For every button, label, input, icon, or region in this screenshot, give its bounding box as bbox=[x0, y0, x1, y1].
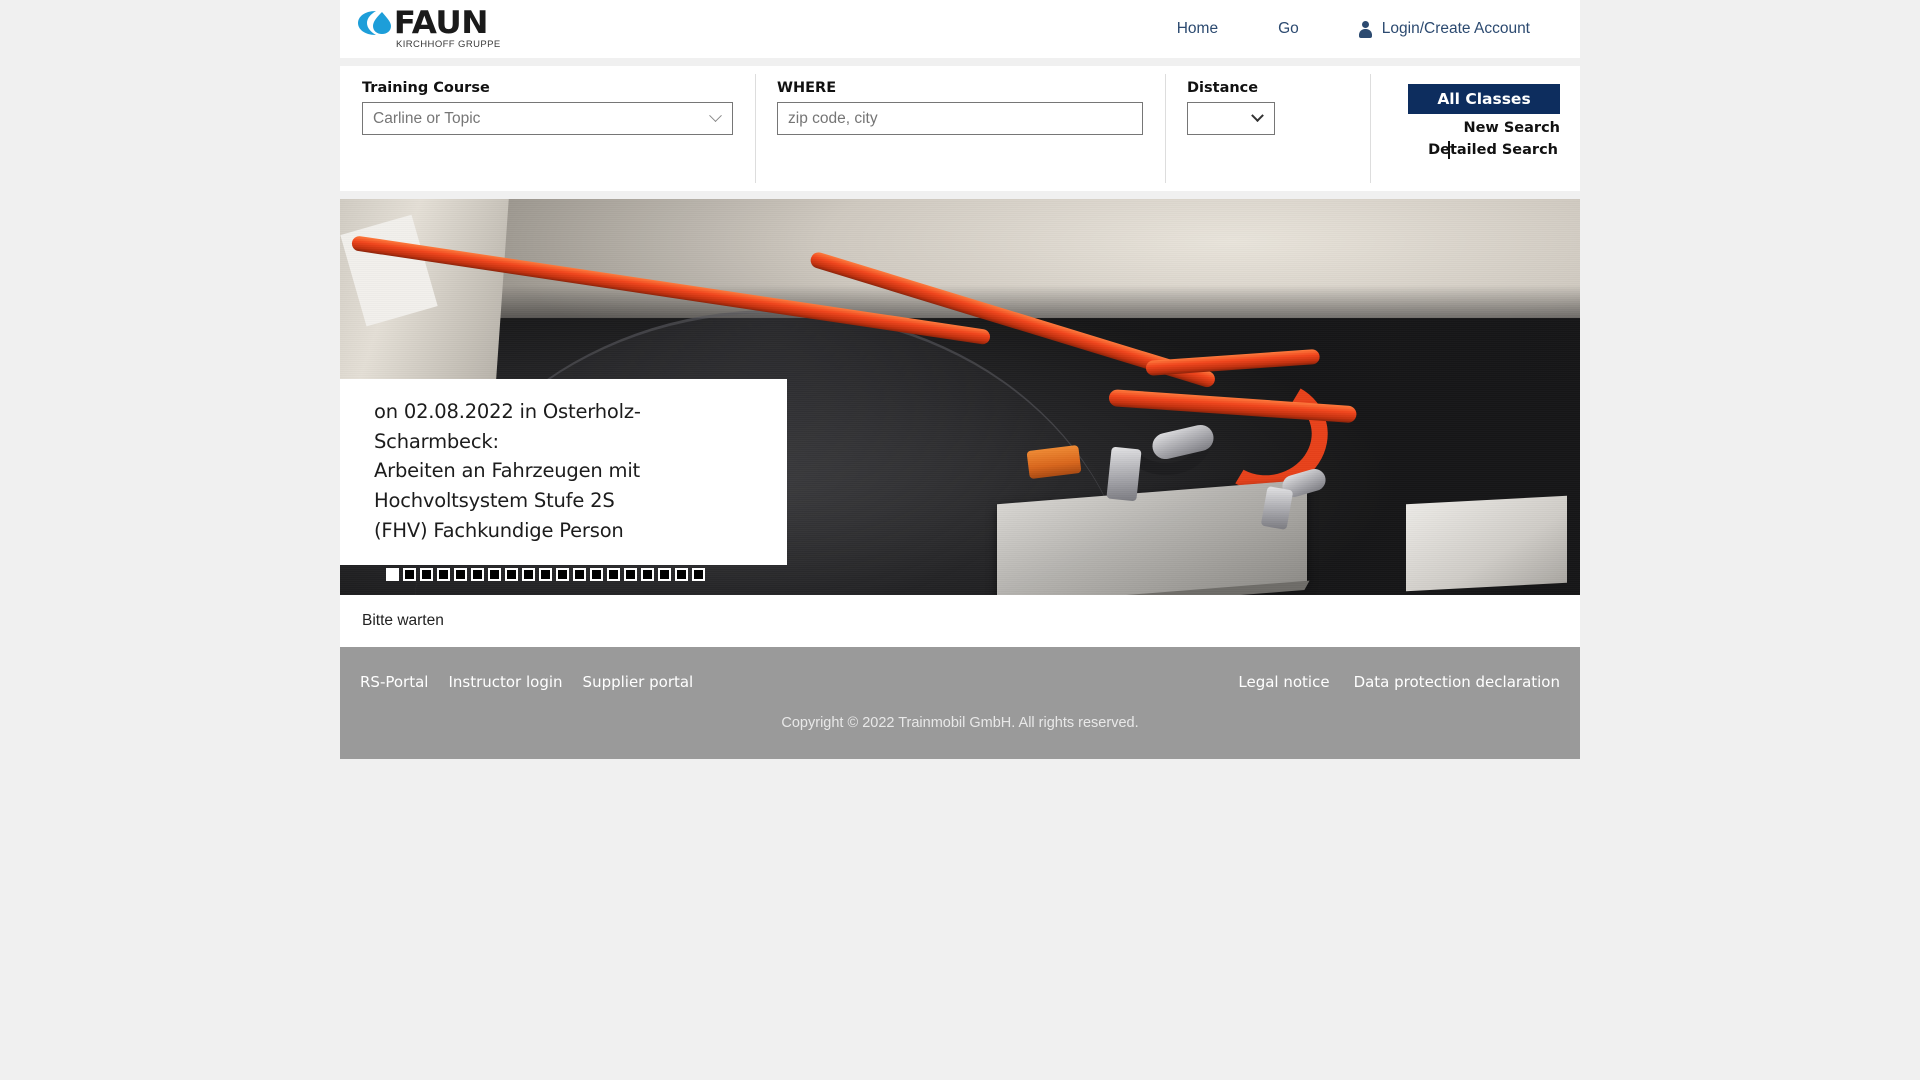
hero-carousel: on 02.08.2022 in Osterholz-Scharmbeck: A… bbox=[340, 199, 1580, 595]
copyright-text: Copyright © 2022 Trainmobil GmbH. All ri… bbox=[781, 715, 1139, 731]
nav-item-go[interactable]: Go bbox=[1248, 20, 1329, 38]
carousel-indicator[interactable] bbox=[624, 568, 637, 581]
carousel-indicator[interactable] bbox=[658, 568, 671, 581]
carousel-indicator[interactable] bbox=[641, 568, 654, 581]
where-label: WHERE bbox=[777, 80, 837, 96]
carousel-indicator[interactable] bbox=[488, 568, 501, 581]
brand-logo[interactable]: FAUN KIRCHHOFF GRUPPE bbox=[354, 8, 501, 50]
footer-link-data-protection[interactable]: Data protection declaration bbox=[1354, 673, 1560, 691]
carousel-indicator[interactable] bbox=[607, 568, 620, 581]
training-course-label: Training Course bbox=[362, 80, 490, 96]
footer-left-links: RS-Portal Instructor login Supplier port… bbox=[360, 673, 713, 691]
carousel-indicator[interactable] bbox=[675, 568, 688, 581]
status-message: Bitte warten bbox=[362, 612, 444, 629]
carousel-indicator[interactable] bbox=[471, 568, 484, 581]
page-container: FAUN KIRCHHOFF GRUPPE Home Go Login/Crea… bbox=[340, 0, 1580, 759]
distance-label: Distance bbox=[1187, 80, 1259, 96]
footer-link-legal-notice[interactable]: Legal notice bbox=[1238, 673, 1329, 691]
training-course-select[interactable]: Carline or Topic bbox=[362, 102, 733, 135]
footer-link-rs-portal[interactable]: RS-Portal bbox=[360, 673, 428, 691]
brand-wordmark: FAUN bbox=[393, 5, 489, 41]
search-actions: All Classes New Search Detailed Search bbox=[1370, 66, 1580, 191]
status-area: Bitte warten bbox=[340, 595, 1580, 647]
carousel-indicator[interactable] bbox=[522, 568, 535, 581]
where-input[interactable] bbox=[777, 102, 1143, 135]
distance-select[interactable] bbox=[1187, 102, 1275, 135]
hero-caption-line1: on 02.08.2022 in Osterholz-Scharmbeck: bbox=[374, 400, 641, 453]
carousel-indicator[interactable] bbox=[386, 568, 399, 581]
all-classes-button[interactable]: All Classes bbox=[1408, 84, 1560, 114]
hero-caption[interactable]: on 02.08.2022 in Osterholz-Scharmbeck: A… bbox=[340, 379, 787, 566]
chevron-down-icon bbox=[1251, 109, 1264, 123]
search-field-where: WHERE bbox=[755, 66, 1165, 191]
carousel-indicator[interactable] bbox=[692, 568, 705, 581]
footer-link-instructor-login[interactable]: Instructor login bbox=[448, 673, 562, 691]
carousel-indicator[interactable] bbox=[437, 568, 450, 581]
carousel-indicators bbox=[386, 568, 705, 581]
login-label: Login/Create Account bbox=[1381, 20, 1530, 37]
carousel-indicator[interactable] bbox=[454, 568, 467, 581]
person-icon bbox=[1358, 20, 1372, 38]
carousel-indicator[interactable] bbox=[573, 568, 586, 581]
chevron-down-icon bbox=[709, 109, 722, 123]
carousel-indicator[interactable] bbox=[556, 568, 569, 581]
carousel-indicator[interactable] bbox=[505, 568, 518, 581]
footer-right-links: Legal notice Data protection declaration bbox=[1214, 673, 1560, 691]
carousel-indicator[interactable] bbox=[420, 568, 433, 581]
search-bar: Training Course Carline or Topic WHERE D… bbox=[340, 66, 1580, 191]
hero-caption-line3: (FHV) Fachkundige Person bbox=[374, 518, 624, 542]
carousel-indicator[interactable] bbox=[590, 568, 603, 581]
faun-drop-logo-icon bbox=[354, 8, 396, 38]
nav-item-login-create-account[interactable]: Login/Create Account bbox=[1329, 20, 1560, 38]
main-navigation: Home Go Login/Create Account bbox=[1147, 20, 1560, 38]
search-field-distance: Distance bbox=[1165, 66, 1370, 191]
carousel-indicator[interactable] bbox=[403, 568, 416, 581]
carousel-indicator[interactable] bbox=[539, 568, 552, 581]
site-footer: RS-Portal Instructor login Supplier port… bbox=[340, 647, 1580, 759]
new-search-link[interactable]: New Search bbox=[1392, 120, 1560, 136]
training-course-value: Carline or Topic bbox=[373, 109, 481, 127]
search-field-course: Training Course Carline or Topic bbox=[340, 66, 755, 191]
hero-caption-line2: Arbeiten an Fahrzeugen mit Hochvoltsyste… bbox=[374, 459, 640, 512]
detailed-search-link[interactable]: Detailed Search bbox=[1392, 141, 1560, 159]
footer-link-supplier-portal[interactable]: Supplier portal bbox=[583, 673, 694, 691]
site-header: FAUN KIRCHHOFF GRUPPE Home Go Login/Crea… bbox=[340, 0, 1580, 58]
nav-item-home[interactable]: Home bbox=[1147, 20, 1248, 38]
